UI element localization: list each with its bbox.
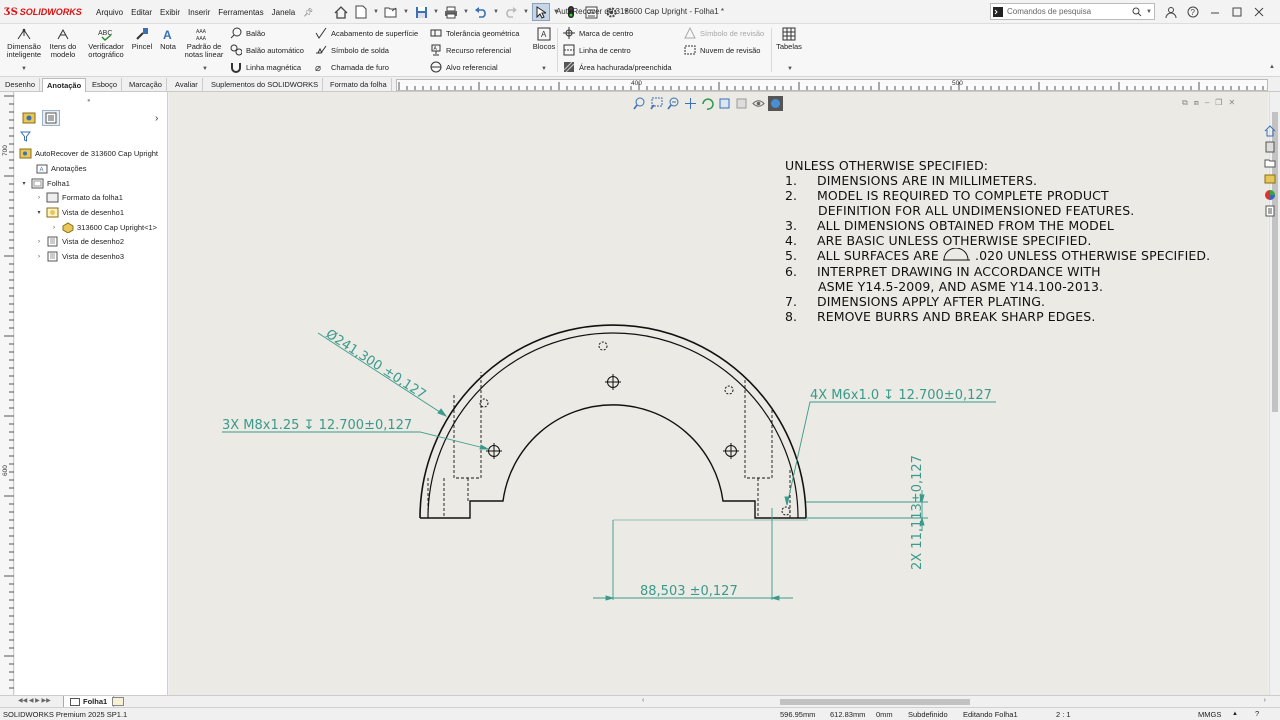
status-units[interactable]: MMGS — [1198, 710, 1221, 719]
task-pane-home[interactable] — [1262, 124, 1278, 138]
file-explorer-icon — [1264, 174, 1276, 184]
status-z: 0mm — [876, 710, 893, 719]
hole-m6 — [781, 506, 791, 516]
status-bar: SOLIDWORKS Premium 2025 SP1.1 596.95mm 6… — [0, 707, 1280, 720]
scroll-right-icon[interactable]: › — [1264, 697, 1266, 704]
hole-m6 — [724, 385, 734, 395]
task-pane-file-explorer[interactable] — [1262, 172, 1278, 186]
hole-m6 — [598, 341, 608, 351]
dimension-geometry — [222, 332, 996, 601]
dim-hole-m6[interactable]: 4X M6x1.0 ↧ 12.700±0,127 — [810, 388, 992, 403]
task-pane-resources[interactable] — [1262, 140, 1278, 154]
hidden-lines — [427, 372, 791, 518]
task-pane-design-library[interactable] — [1262, 156, 1278, 170]
dim-horizontal[interactable]: 88,503 ±0,127 — [640, 584, 738, 599]
dim-hole-m8[interactable]: 3X M8x1.25 ↧ 12.700±0,127 — [222, 418, 412, 433]
status-y: 612.83mm — [830, 710, 866, 719]
units-dropdown-icon[interactable]: ▲ — [1232, 711, 1238, 717]
holes — [479, 341, 791, 516]
status-help-icon[interactable]: ? — [1255, 709, 1259, 718]
status-product: SOLIDWORKS Premium 2025 SP1.1 — [3, 710, 128, 719]
inner-rim-arc — [427, 332, 799, 519]
resources-icon — [1265, 141, 1275, 153]
sheet-nav-icons[interactable]: ◀◀ ◀ ▶ ▶▶ — [18, 697, 51, 704]
status-x: 596.95mm — [780, 710, 816, 719]
dim-vertical[interactable]: 2X 11,113±0,127 — [910, 455, 925, 570]
design-library-icon — [1264, 159, 1276, 168]
appearances-icon — [1265, 190, 1275, 200]
dim-diameter[interactable]: Ø241,300 ±0,127 — [323, 327, 429, 403]
custom-properties-icon — [1265, 205, 1275, 217]
part-base — [420, 404, 806, 519]
task-pane-custom-properties[interactable] — [1262, 204, 1278, 218]
horizontal-scrollbar[interactable]: ‹ › — [640, 697, 1268, 706]
sheet-icon — [70, 697, 80, 706]
status-editing: Editando Folha1 — [963, 710, 1018, 719]
status-scale[interactable]: 2 : 1 — [1056, 710, 1071, 719]
outer-arc — [419, 324, 807, 519]
status-definition: Subdefinido — [908, 710, 948, 719]
sheet-tabs-bar: ◀◀ ◀ ▶ ▶▶ Folha1 ‹ › — [0, 695, 1280, 708]
scroll-thumb[interactable] — [780, 699, 970, 705]
task-pane-tabs — [1262, 124, 1280, 218]
scroll-left-icon[interactable]: ‹ — [642, 697, 644, 704]
task-pane-appearances[interactable] — [1262, 188, 1278, 202]
home-icon — [1264, 125, 1276, 137]
drawing-view-geometry[interactable]: Ø241,300 ±0,127 3X M8x1.25 ↧ 12.700±0,12… — [0, 0, 1280, 720]
